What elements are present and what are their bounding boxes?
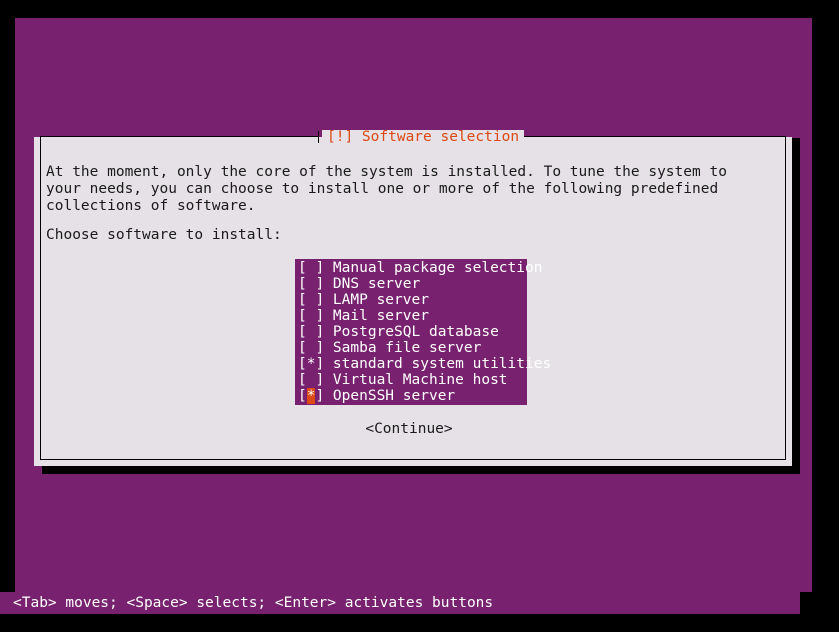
checkbox-mark bbox=[307, 260, 316, 276]
checkbox-mark bbox=[307, 308, 316, 324]
checkbox-icon[interactable]: [ ] bbox=[298, 260, 324, 276]
checkbox-icon[interactable]: [ ] bbox=[298, 372, 324, 388]
dialog-prompt-label: Choose software to install: bbox=[46, 227, 282, 243]
checkbox-mark bbox=[307, 276, 316, 292]
dialog-title: [!] Software selection bbox=[322, 130, 525, 145]
checkbox-icon[interactable]: [ ] bbox=[298, 324, 324, 340]
package-list-item[interactable]: [ ] Manual package selection bbox=[295, 260, 542, 276]
package-list-item[interactable]: [ ] LAMP server bbox=[295, 292, 527, 308]
package-list-item-label: Virtual Machine host bbox=[324, 372, 508, 388]
checkbox-mark bbox=[307, 340, 316, 356]
continue-button[interactable]: <Continue> bbox=[339, 420, 479, 438]
package-list-item[interactable]: [ ] DNS server bbox=[295, 276, 527, 292]
package-list-item-label: OpenSSH server bbox=[324, 388, 456, 404]
package-list-item[interactable]: [ ] PostgreSQL database bbox=[295, 324, 527, 340]
checkbox-icon[interactable]: [ ] bbox=[298, 340, 324, 356]
checkbox-icon[interactable]: [*] bbox=[298, 356, 324, 372]
installer-screen: [!] Software selection At the moment, on… bbox=[0, 0, 839, 632]
software-selection-dialog: [!] Software selection At the moment, on… bbox=[34, 130, 792, 466]
checkbox-mark: * bbox=[306, 356, 316, 372]
dialog-body-text: At the moment, only the core of the syst… bbox=[46, 164, 736, 214]
checkbox-mark: * bbox=[306, 388, 316, 404]
keyboard-help-statusbar: <Tab> moves; <Space> selects; <Enter> ac… bbox=[0, 592, 800, 614]
package-list-item-label: Mail server bbox=[324, 308, 429, 324]
package-list-item[interactable]: [*] standard system utilities bbox=[295, 356, 551, 372]
checkbox-icon[interactable]: [ ] bbox=[298, 308, 324, 324]
checkbox-icon[interactable]: [ ] bbox=[298, 276, 324, 292]
package-list-item-label: LAMP server bbox=[324, 292, 429, 308]
package-list-item-label: DNS server bbox=[324, 276, 421, 292]
package-list-item[interactable]: [ ] Virtual Machine host bbox=[295, 372, 527, 388]
package-selection-list[interactable]: [ ] Manual package selection[ ] DNS serv… bbox=[295, 259, 551, 405]
checkbox-mark bbox=[307, 372, 316, 388]
checkbox-mark bbox=[307, 292, 316, 308]
checkbox-mark bbox=[307, 324, 316, 340]
package-list-item-label: Manual package selection bbox=[324, 260, 543, 276]
checkbox-icon[interactable]: [ ] bbox=[298, 292, 324, 308]
package-list-item-label: PostgreSQL database bbox=[324, 324, 499, 340]
package-list-item[interactable]: [ ] Samba file server bbox=[295, 340, 527, 356]
checkbox-icon[interactable]: [*] bbox=[298, 388, 324, 404]
package-list-item[interactable]: [*] OpenSSH server bbox=[295, 388, 527, 404]
desktop-background-lower bbox=[15, 480, 800, 592]
package-list-item-label: standard system utilities bbox=[324, 356, 552, 372]
package-list-item-label: Samba file server bbox=[324, 340, 482, 356]
package-list-item[interactable]: [ ] Mail server bbox=[295, 308, 527, 324]
